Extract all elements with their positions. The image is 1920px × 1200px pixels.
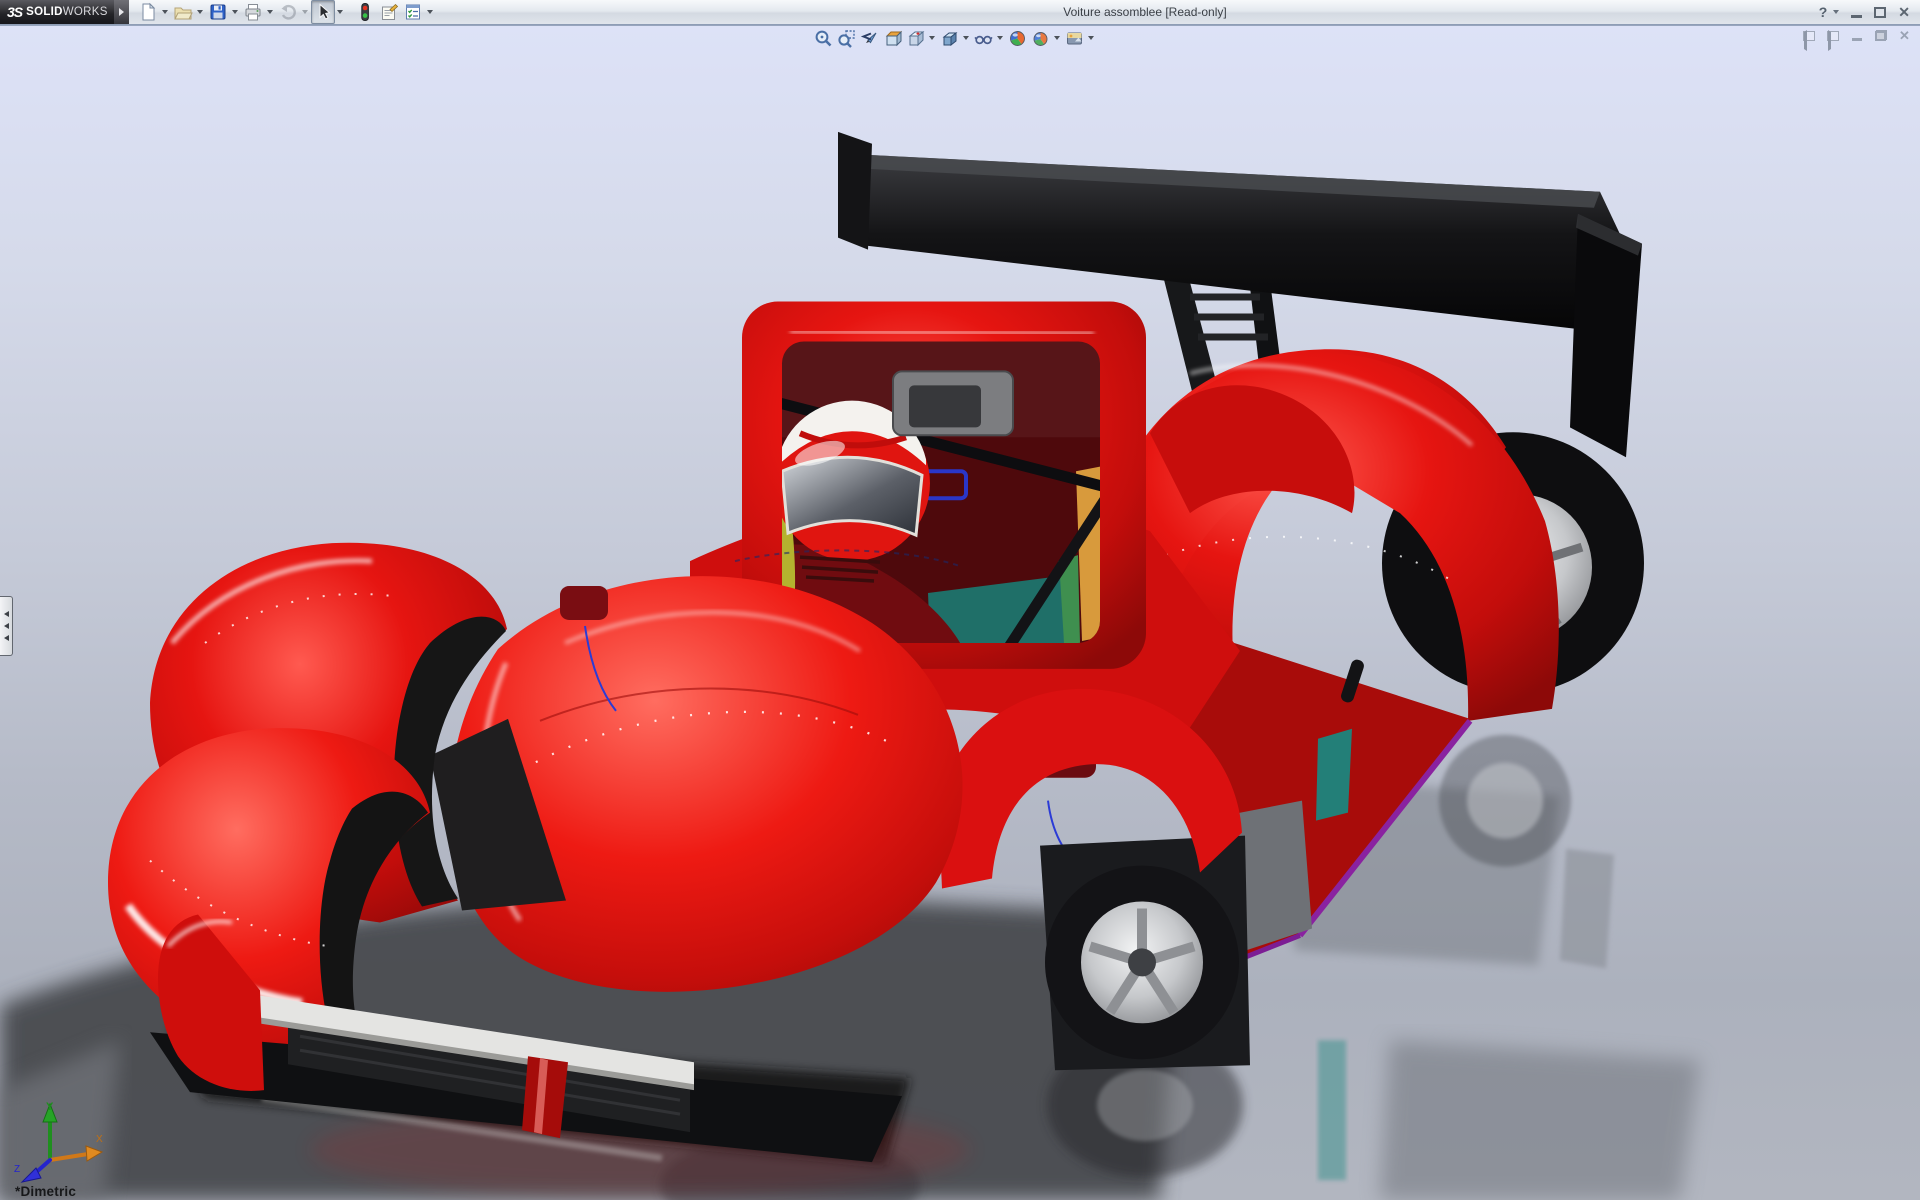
brand-name-bold: SOLID xyxy=(26,6,63,18)
print-icon xyxy=(245,4,261,21)
eyeglasses-icon xyxy=(974,35,993,44)
doc-restore-button[interactable] xyxy=(1873,29,1888,42)
undo-icon xyxy=(281,4,296,20)
help-dropdown[interactable] xyxy=(1833,10,1840,14)
view-cube-icon xyxy=(908,30,925,46)
pane-left-button[interactable] xyxy=(1801,29,1816,51)
traffic-light-icon xyxy=(361,3,369,21)
new-document-dropdown[interactable] xyxy=(162,10,168,14)
print-button[interactable] xyxy=(241,0,265,24)
view-settings-dropdown[interactable] xyxy=(1088,36,1094,40)
solidworks-window: 3S SOLID WORKS Voiture assomblee [Read-o… xyxy=(0,0,1920,1200)
pane-right-button[interactable] xyxy=(1825,29,1840,51)
scene-ball-icon xyxy=(1033,31,1048,46)
view-orientation-label: *Dimetric xyxy=(15,1184,77,1199)
3ds-logo-icon: 3S xyxy=(7,4,23,20)
close-icon: ✕ xyxy=(1898,4,1910,20)
menu-expander-button[interactable] xyxy=(114,0,129,24)
edit-appearance-button[interactable] xyxy=(1006,27,1029,49)
previous-view-button[interactable] xyxy=(858,27,881,49)
zoom-to-fit-button[interactable] xyxy=(812,27,835,49)
minimize-button[interactable] xyxy=(1851,3,1863,21)
close-button[interactable]: ✕ xyxy=(1898,3,1910,21)
open-folder-icon xyxy=(174,7,193,20)
triad-x-label: X xyxy=(96,1134,103,1145)
new-document-button[interactable] xyxy=(136,0,160,24)
collapse-arrow-icon xyxy=(3,623,9,629)
save-button[interactable] xyxy=(206,0,230,24)
close-icon: ✕ xyxy=(1899,27,1910,43)
appearance-ball-icon xyxy=(1010,30,1025,46)
select-cursor-icon xyxy=(319,3,331,20)
open-button[interactable] xyxy=(171,0,195,24)
file-properties-button[interactable] xyxy=(377,0,401,24)
solidworks-logo: 3S SOLID WORKS xyxy=(0,0,114,24)
save-icon xyxy=(210,4,226,20)
rebuild-button[interactable] xyxy=(353,0,377,24)
previous-view-icon xyxy=(860,32,877,43)
titlebar: 3S SOLID WORKS Voiture assomblee [Read-o… xyxy=(0,0,1920,25)
undo-dropdown[interactable] xyxy=(302,10,308,14)
restore-icon xyxy=(1874,6,1887,18)
options-dropdown[interactable] xyxy=(427,10,433,14)
zoom-area-icon xyxy=(838,29,855,48)
options-button[interactable] xyxy=(401,0,425,24)
open-dropdown[interactable] xyxy=(197,10,203,14)
select-tool-button[interactable] xyxy=(311,0,335,24)
pane-right-icon xyxy=(1826,29,1839,51)
window-controls: ? ✕ xyxy=(1819,0,1910,24)
doc-minimize-button[interactable] xyxy=(1849,29,1864,42)
apply-scene-button[interactable] xyxy=(1029,27,1052,49)
section-view-icon xyxy=(885,30,902,46)
minimize-icon xyxy=(1851,15,1863,18)
help-button[interactable]: ? xyxy=(1819,3,1828,21)
hide-show-items-button[interactable] xyxy=(972,27,995,49)
triad-z-label: Z xyxy=(14,1164,20,1175)
display-style-button[interactable] xyxy=(938,27,961,49)
minimize-icon xyxy=(1851,38,1862,41)
view-orientation-button[interactable] xyxy=(904,27,927,49)
zoom-to-area-button[interactable] xyxy=(835,27,858,49)
model-viewport-render xyxy=(0,131,1700,1200)
main-toolbar xyxy=(136,0,436,24)
undo-button[interactable] xyxy=(276,0,300,24)
doc-close-button[interactable]: ✕ xyxy=(1897,27,1912,43)
brand-name-light: WORKS xyxy=(62,6,108,18)
graphics-area[interactable]: ✕ Y X Z *Dimetric xyxy=(0,25,1920,1200)
collapse-arrow-icon xyxy=(3,611,9,617)
heads-up-view-toolbar xyxy=(812,28,1097,48)
window-title: Voiture assomblee [Read-only] xyxy=(1063,5,1227,19)
triad-y-label: Y xyxy=(46,1101,54,1113)
hide-show-items-dropdown[interactable] xyxy=(997,36,1003,40)
options-checklist-icon xyxy=(406,4,420,20)
reference-triad: Y X Z xyxy=(14,1101,104,1183)
pane-left-icon xyxy=(1802,29,1815,51)
select-tool-dropdown[interactable] xyxy=(337,10,343,14)
apply-scene-dropdown[interactable] xyxy=(1054,36,1060,40)
featuremanager-collapsed-tab[interactable] xyxy=(0,596,13,656)
restore-button[interactable] xyxy=(1874,3,1887,21)
section-view-button[interactable] xyxy=(881,27,904,49)
display-style-dropdown[interactable] xyxy=(963,36,969,40)
view-orientation-dropdown[interactable] xyxy=(929,36,935,40)
display-style-cube-icon xyxy=(942,31,958,46)
view-settings-button[interactable] xyxy=(1063,27,1086,49)
front-right-wheel xyxy=(1040,835,1250,1071)
save-dropdown[interactable] xyxy=(232,10,238,14)
view-settings-icon xyxy=(1067,32,1082,44)
print-dropdown[interactable] xyxy=(267,10,273,14)
document-window-controls: ✕ xyxy=(1801,27,1912,51)
zoom-fit-icon xyxy=(815,30,832,46)
restore-icon xyxy=(1874,30,1887,41)
note-pencil-icon xyxy=(382,3,399,20)
expand-arrow-icon xyxy=(119,8,124,16)
collapse-arrow-icon xyxy=(3,635,9,641)
new-document-icon xyxy=(142,2,156,21)
